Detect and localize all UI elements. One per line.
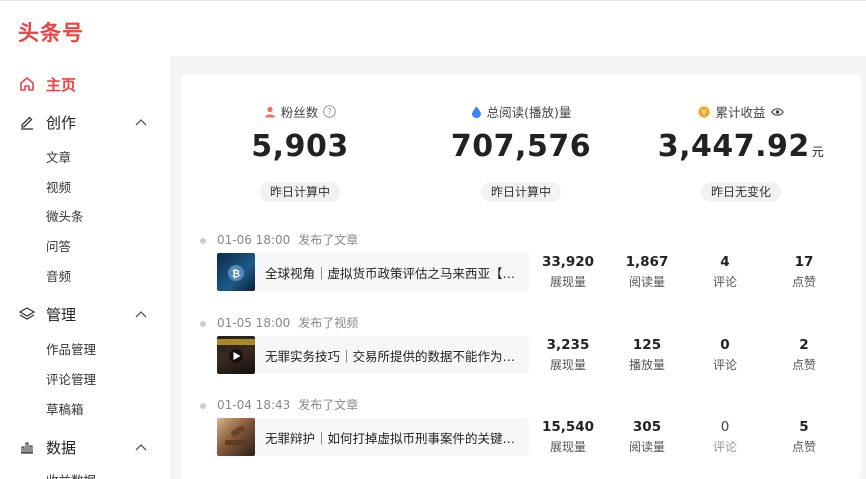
chevron-up-icon[interactable] (134, 308, 148, 322)
pen-icon (18, 113, 36, 131)
sidebar-item-label: 创作 (46, 113, 77, 132)
post-title: 无罪辩护｜如何打掉虚拟币刑事案件的关键证据… (265, 430, 520, 446)
sidebar-item-label: 管理 (46, 305, 77, 324)
status-badge: 昨日计算中 (259, 182, 341, 202)
stat-value: 3,447.92 (657, 129, 810, 164)
post-thumbnail: ₿ (217, 253, 255, 291)
metric-likes: 2 点赞 (791, 337, 816, 372)
list-item: 01-04 18:43 发布了文章 无罪辩护｜如何打掉虚拟币刑事案件的关键证据… … (181, 395, 861, 475)
sidebar-item-works[interactable]: 作品管理 (46, 339, 96, 358)
metric-impressions: 3,235 展现量 (546, 337, 590, 372)
stat-value: 5,903 (251, 129, 349, 164)
svg-text:¥: ¥ (702, 108, 707, 117)
stat-label: 累计收益 (715, 105, 766, 120)
metric-comments: 0 评论 (712, 337, 737, 372)
post-link[interactable]: 无罪实务技巧｜交易所提供的数据不能作为定罪… (217, 336, 529, 374)
layers-icon (18, 305, 36, 323)
timeline-dot (200, 321, 206, 327)
home-icon (18, 75, 36, 93)
post-title: 全球视角｜虚拟货币政策评估之马来西亚【开放… (265, 265, 520, 281)
sidebar-item-video[interactable]: 视频 (46, 177, 71, 196)
post-title: 无罪实务技巧｜交易所提供的数据不能作为定罪… (265, 348, 520, 364)
metric-impressions: 15,540 展现量 (541, 419, 595, 454)
sidebar-item-micro-post[interactable]: 微头条 (46, 206, 84, 225)
sidebar-item-manage[interactable]: 管理 (18, 302, 76, 326)
user-icon (264, 106, 276, 118)
post-link[interactable]: ₿ 全球视角｜虚拟货币政策评估之马来西亚【开放… (217, 253, 529, 291)
sidebar-item-comments[interactable]: 评论管理 (46, 369, 96, 388)
metric-plays: 125 播放量 (628, 337, 665, 372)
metric-likes: 5 点赞 (791, 419, 816, 454)
post-date: 01-05 18:00 (217, 316, 291, 330)
chevron-up-icon[interactable] (134, 441, 148, 455)
metric-reads: 1,867 阅读量 (625, 254, 669, 289)
chevron-up-icon[interactable] (134, 116, 148, 130)
metric-comments: 4 评论 (712, 254, 737, 289)
stat-label: 总阅读(播放)量 (486, 105, 572, 120)
svg-text:₿: ₿ (232, 268, 240, 280)
sidebar-item-create[interactable]: 创作 (18, 110, 76, 134)
bar-chart-icon (18, 438, 36, 456)
sidebar: 主页 创作 文章 视频 微头条 问答 音频 管理 作品管理 评论管理 草稿箱 数… (0, 56, 170, 479)
post-date: 01-04 18:43 (217, 398, 291, 412)
dashboard-card: 粉丝数 ? 5,903 昨日计算中 总阅读(播放)量 707,576 昨日计算中… (181, 74, 861, 479)
sidebar-item-qa[interactable]: 问答 (46, 236, 71, 255)
post-thumbnail (217, 336, 255, 374)
status-badge: 昨日计算中 (480, 182, 562, 202)
post-thumbnail (217, 418, 255, 456)
play-icon (217, 339, 255, 363)
metric-comments: 0 评论 (712, 419, 737, 454)
post-action: 发布了文章 (298, 233, 359, 247)
metric-likes: 17 点赞 (791, 254, 816, 289)
sidebar-item-data[interactable]: 数据 (18, 435, 76, 459)
sidebar-item-home[interactable]: 主页 (18, 72, 76, 96)
timeline-dot (200, 403, 206, 409)
sidebar-item-article[interactable]: 文章 (46, 147, 71, 166)
post-date: 01-06 18:00 (217, 233, 291, 247)
top-bar: 头条号 (0, 0, 866, 56)
post-link[interactable]: 无罪辩护｜如何打掉虚拟币刑事案件的关键证据… (217, 418, 529, 456)
currency-unit: 元 (811, 145, 825, 159)
list-item: 01-05 18:00 发布了视频 无罪实务技巧｜交易所提供的数据不能作为定罪… … (181, 313, 861, 393)
sidebar-item-revenue-data[interactable]: 收益数据 (46, 470, 96, 479)
metric-reads: 305 阅读量 (628, 419, 665, 454)
sidebar-item-audio[interactable]: 音频 (46, 266, 71, 285)
coin-icon: ¥ (698, 105, 711, 118)
toutiao-logo[interactable]: 头条号 (18, 17, 84, 47)
sidebar-item-drafts[interactable]: 草稿箱 (46, 399, 84, 418)
post-action: 发布了视频 (298, 316, 359, 330)
sidebar-item-label: 数据 (46, 438, 77, 457)
status-badge: 昨日无变化 (700, 182, 782, 202)
stat-value: 707,576 (450, 129, 592, 164)
bitcoin-icon: ₿ (228, 265, 244, 281)
list-item: 01-06 18:00 发布了文章 ₿ 全球视角｜虚拟货币政策评估之马来西亚【开放… (181, 230, 861, 310)
stat-label: 粉丝数 (280, 105, 319, 120)
sidebar-item-label: 主页 (46, 75, 77, 94)
help-icon[interactable]: ? (323, 105, 337, 118)
drop-icon (471, 106, 482, 118)
gavel-icon (225, 425, 247, 445)
eye-icon[interactable] (770, 107, 784, 117)
post-action: 发布了文章 (298, 398, 359, 412)
metric-impressions: 33,920 展现量 (541, 254, 595, 289)
timeline-dot (200, 238, 206, 244)
svg-text:?: ? (327, 108, 332, 118)
